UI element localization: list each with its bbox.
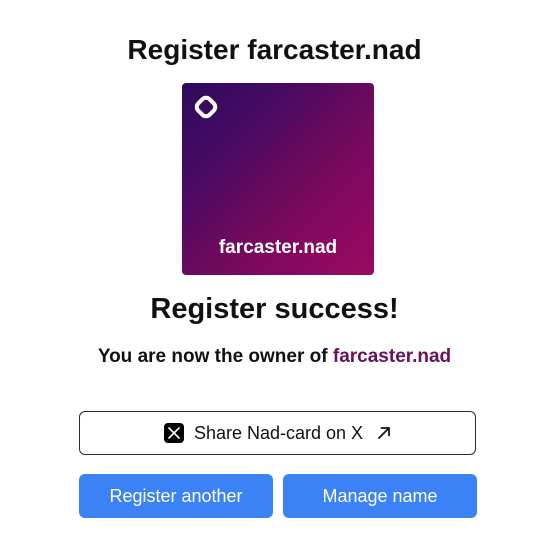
- owner-message: You are now the owner of farcaster.nad: [0, 345, 549, 369]
- share-button-label: Share Nad-card on X: [193, 423, 364, 443]
- success-heading: Register success!: [150, 293, 399, 325]
- share-on-x-button[interactable]: Share Nad-card on X: [79, 411, 476, 455]
- manage-name-button[interactable]: Manage name: [283, 474, 477, 518]
- owner-message-prefix: You are now the owner of: [97, 346, 333, 367]
- owner-domain-name: farcaster.nad: [332, 346, 452, 367]
- register-another-button[interactable]: Register another: [79, 474, 273, 518]
- page-title: Register farcaster.nad: [127, 34, 422, 65]
- arrow-up-right-icon: [377, 426, 391, 440]
- nad-logo-icon: [194, 95, 218, 119]
- nad-card: farcaster.nad: [182, 83, 374, 275]
- x-logo-icon: [163, 423, 184, 443]
- card-domain-name: farcaster.nad: [218, 237, 338, 258]
